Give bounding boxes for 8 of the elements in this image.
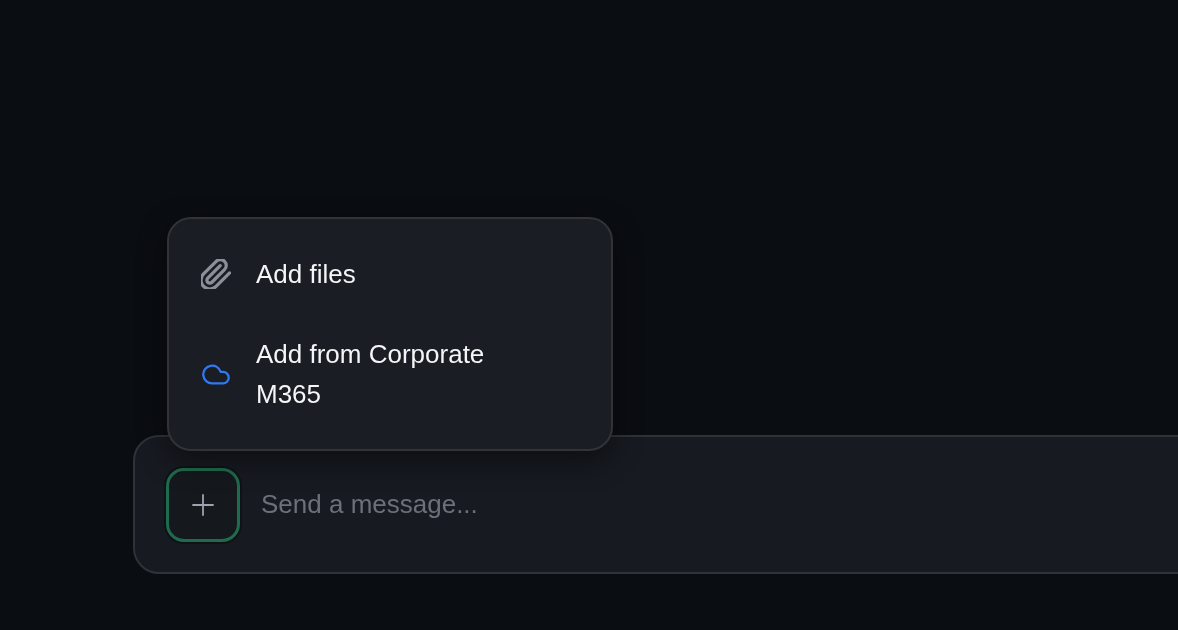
paperclip-icon [201, 259, 231, 289]
menu-item[interactable]: Add files [169, 234, 611, 314]
menu-item[interactable]: Add from Corporate M365 [169, 314, 611, 434]
add-button[interactable] [166, 467, 240, 542]
plus-icon [192, 493, 214, 516]
cloud-icon [202, 363, 230, 385]
message-input[interactable]: Send a message... [261, 482, 1178, 527]
message-composer[interactable]: Send a message... [133, 435, 1178, 574]
